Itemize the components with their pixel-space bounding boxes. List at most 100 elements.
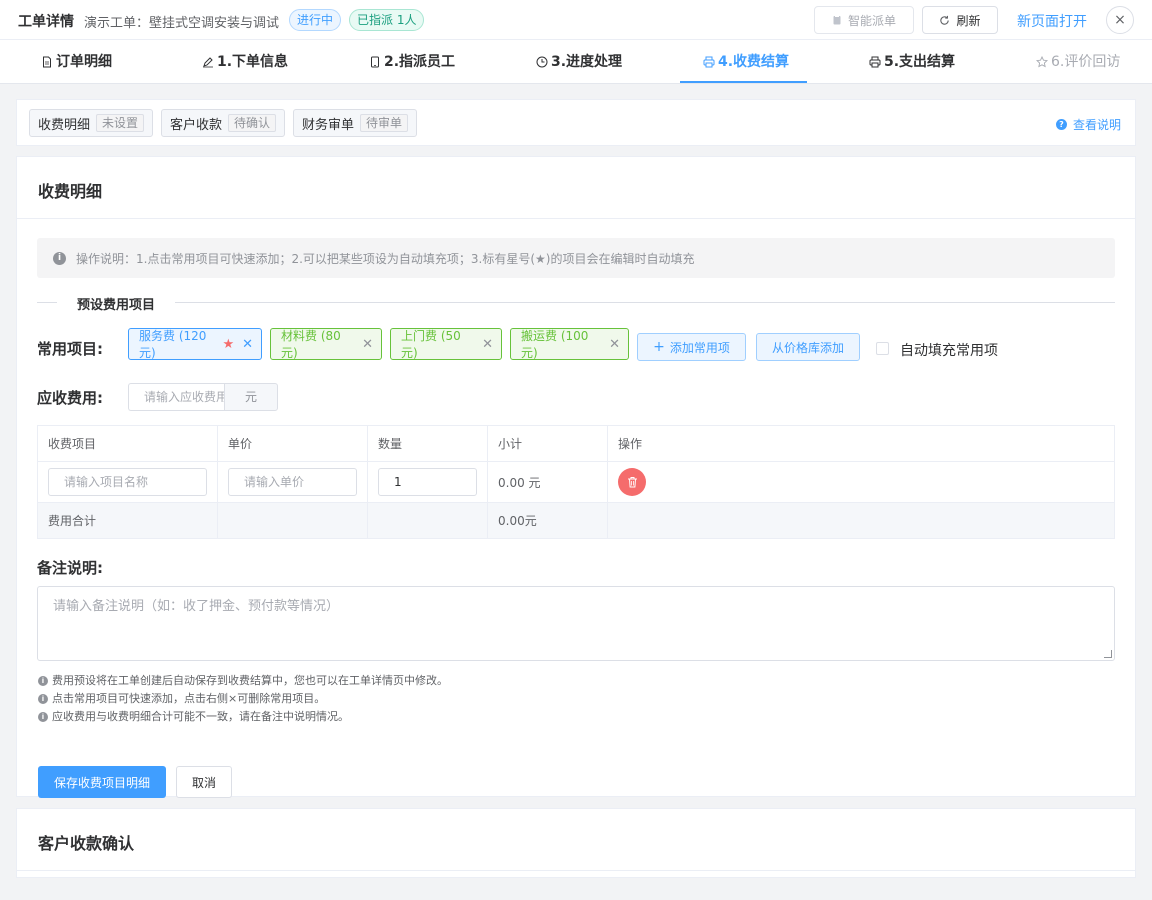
cancel-button[interactable]: 取消 xyxy=(176,766,232,798)
auto-fill-label[interactable]: 自动填充常用项 xyxy=(900,340,998,360)
note-text: 点击常用项目可快速添加，点击右侧×可删除常用项目。 xyxy=(52,692,326,705)
operation-info-text: 操作说明：1.点击常用项目可快速添加；2.可以把某些项设为自动填充项；3.标有星… xyxy=(76,251,695,266)
view-help-link[interactable]: ? 查看说明 xyxy=(1055,116,1121,133)
question-icon: ? xyxy=(1055,119,1067,130)
status-fee-detail-label: 收费明细 xyxy=(38,117,91,133)
status-customer-payment[interactable]: 客户收款 待确认 xyxy=(161,109,286,137)
add-common-item-label: 添加常用项 xyxy=(669,340,730,355)
receivable-label: 应收费用: xyxy=(37,389,103,407)
tab-review[interactable]: 6.评价回访 xyxy=(1036,40,1120,84)
note-line: i 点击常用项目可快速添加，点击右侧×可删除常用项目。 xyxy=(38,690,448,708)
tab-order-info-label: 1.下单信息 xyxy=(217,54,289,70)
quantity-cell: 1 xyxy=(367,461,488,503)
tab-progress[interactable]: 3.进度处理 xyxy=(536,40,622,84)
add-from-price-lib-button[interactable]: 从价格库添加 xyxy=(756,333,860,361)
edit-icon xyxy=(203,57,213,68)
close-icon[interactable]: ✕ xyxy=(482,337,493,352)
column-header: 收费项目 xyxy=(37,425,218,462)
total-row: 费用合计 0.00元 xyxy=(37,502,1115,539)
fee-notes: i 费用预设将在工单创建后自动保存到收费结算中，您也可以在工单详情页中修改。 i点… xyxy=(38,672,448,726)
common-chip-moving-fee[interactable]: 搬运费 (100元) ✕ xyxy=(510,328,629,360)
item-name-cell: 请输入项目名称 xyxy=(37,461,218,503)
fee-card-title: 收费明细 xyxy=(38,182,103,201)
quantity-input[interactable]: 1 xyxy=(378,468,477,496)
info-icon: i xyxy=(53,251,66,265)
tab-order-info[interactable]: 1.下单信息 xyxy=(202,40,288,84)
document-icon xyxy=(43,56,51,68)
empty-cell xyxy=(217,502,368,539)
receivable-input[interactable]: 请输入应收费用 xyxy=(128,383,225,411)
table-header-row: 收费项目 单价 数量 小计 操作 xyxy=(37,425,1115,462)
operation-info-alert: i 操作说明：1.点击常用项目可快速添加；2.可以把某些项设为自动填充项；3.标… xyxy=(37,238,1115,278)
status-badge: 未设置 xyxy=(96,114,145,132)
step-tabs: 订单明细 1.下单信息 2.指派员工 3.进度处理 4.收费结算 5.支出结算 … xyxy=(0,40,1152,84)
unit-price-cell: 请输入单价 xyxy=(217,461,368,503)
payment-card-divider xyxy=(17,870,1135,871)
resize-handle-icon[interactable] xyxy=(1104,650,1112,658)
common-chip-visit-fee[interactable]: 上门费 (50元) ✕ xyxy=(390,328,502,360)
top-header: 工单详情 演示工单：壁挂式空调安装与调试 进行中 已指派 1人 智能派单 刷新 … xyxy=(0,0,1152,40)
close-button[interactable]: × xyxy=(1106,6,1134,34)
star-icon: ★ xyxy=(222,336,235,352)
payment-card-title: 客户收款确认 xyxy=(38,834,135,853)
note-line: i 费用预设将在工单创建后自动保存到收费结算中，您也可以在工单详情页中修改。 xyxy=(38,672,448,690)
tab-expense-settlement-label: 5.支出结算 xyxy=(884,54,956,70)
status-customer-payment-label: 客户收款 xyxy=(170,117,223,133)
receivable-unit: 元 xyxy=(224,383,278,411)
total-label: 费用合计 xyxy=(37,502,218,539)
plus-icon: + xyxy=(653,339,665,355)
add-common-item-button[interactable]: + 添加常用项 xyxy=(637,333,746,361)
info-icon: i xyxy=(38,676,48,686)
tab-expense-settlement[interactable]: 5.支出结算 xyxy=(869,40,955,84)
open-new-page-link[interactable]: 新页面打开 xyxy=(1017,11,1087,31)
tab-fee-settlement[interactable]: 4.收费结算 xyxy=(703,40,789,84)
empty-cell xyxy=(367,502,488,539)
status-fee-detail[interactable]: 收费明细 未设置 xyxy=(29,109,154,137)
column-header: 小计 xyxy=(487,425,608,462)
clock-icon xyxy=(536,56,548,68)
chip-label: 搬运费 (100元) xyxy=(521,329,589,360)
action-cell xyxy=(607,461,1115,503)
auto-fill-checkbox[interactable] xyxy=(876,342,889,355)
tab-order-detail[interactable]: 订单明细 xyxy=(41,40,112,84)
smart-dispatch-button[interactable]: 智能派单 xyxy=(814,6,914,34)
empty-cell xyxy=(607,502,1115,539)
common-chip-material-fee[interactable]: 材料费 (80元) ✕ xyxy=(270,328,382,360)
order-subtitle: 演示工单：壁挂式空调安装与调试 xyxy=(84,16,280,31)
common-items-label: 常用项目: xyxy=(37,340,103,358)
note-line: i 应收费用与收费明细合计可能不一致，请在备注中说明情况。 xyxy=(38,708,448,726)
column-header: 单价 xyxy=(217,425,368,462)
status-badge: 待审单 xyxy=(360,114,409,132)
tab-assign-staff-label: 2.指派员工 xyxy=(384,54,456,70)
note-text: 费用预设将在工单创建后自动保存到收费结算中，您也可以在工单详情页中修改。 xyxy=(52,674,448,687)
status-finance-audit-label: 财务审单 xyxy=(302,117,355,133)
unit-price-input[interactable]: 请输入单价 xyxy=(228,468,357,496)
column-header: 操作 xyxy=(607,425,1115,462)
trash-icon xyxy=(627,477,637,488)
total-value: 0.00元 xyxy=(487,502,608,539)
tab-fee-settlement-label: 4.收费结算 xyxy=(718,54,790,70)
fee-items-table: 收费项目 单价 数量 小计 操作 请输入项目名称 请输入单价 1 0.00 元 xyxy=(37,425,1115,539)
remark-textarea[interactable]: 请输入备注说明（如：收了押金、预付款等情况） xyxy=(37,586,1115,661)
fee-detail-card: 收费明细 i 操作说明：1.点击常用项目可快速添加；2.可以把某些项设为自动填充… xyxy=(16,156,1136,798)
tab-assign-staff[interactable]: 2.指派员工 xyxy=(369,40,455,84)
column-header: 数量 xyxy=(367,425,488,462)
save-fee-items-button[interactable]: 保存收费项目明细 xyxy=(38,766,166,798)
delete-row-button[interactable] xyxy=(618,468,646,496)
close-icon[interactable]: ✕ xyxy=(362,337,373,352)
status-badge: 进行中 xyxy=(289,9,342,31)
add-from-price-lib-label: 从价格库添加 xyxy=(771,340,844,355)
smart-dispatch-label: 智能派单 xyxy=(847,13,896,28)
close-icon[interactable]: ✕ xyxy=(242,337,253,352)
preset-title: 预设费用项目 xyxy=(57,294,176,313)
status-finance-audit[interactable]: 财务审单 待审单 xyxy=(293,109,418,137)
refresh-icon xyxy=(940,15,950,25)
active-tab-underline xyxy=(680,81,807,83)
item-name-input[interactable]: 请输入项目名称 xyxy=(48,468,207,496)
close-icon[interactable]: ✕ xyxy=(609,337,620,352)
printer-icon xyxy=(703,56,715,68)
common-chip-service-fee[interactable]: 服务费 (120元) ★ ✕ xyxy=(128,328,262,360)
status-badge: 待确认 xyxy=(228,114,277,132)
refresh-button[interactable]: 刷新 xyxy=(922,6,998,34)
tab-progress-label: 3.进度处理 xyxy=(551,54,623,70)
